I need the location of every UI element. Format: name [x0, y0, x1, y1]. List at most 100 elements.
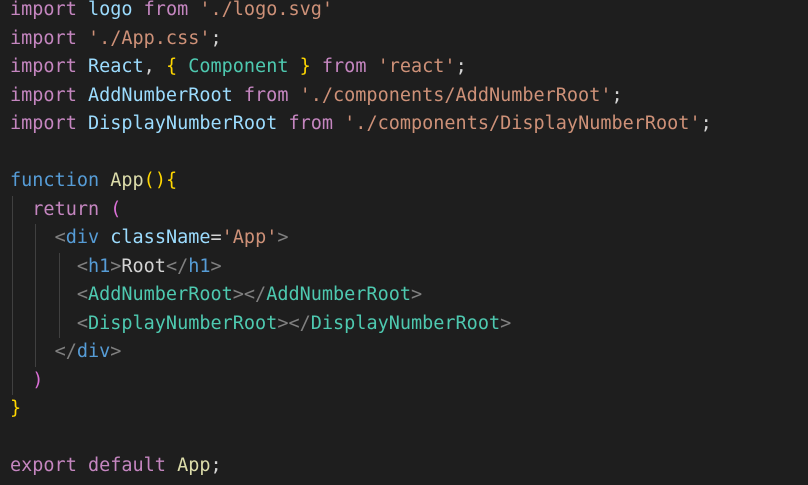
brace: {: [165, 170, 178, 191]
keyword: from: [143, 0, 189, 20]
code-line-2: import './App.css';: [0, 25, 808, 54]
tag-bracket: <: [76, 284, 88, 305]
keyword: import: [10, 84, 77, 106]
code-line-12: <DisplayNumberRoot></DisplayNumberRoot>: [0, 309, 808, 338]
indent-guide: [12, 252, 13, 281]
punctuation: =: [210, 227, 222, 248]
class-name: Component: [188, 56, 289, 77]
tag-bracket: >: [110, 341, 122, 362]
keyword: return: [32, 198, 100, 220]
brace: {: [165, 56, 178, 77]
keyword: import: [10, 0, 77, 20]
string-literal: './App.css': [87, 27, 211, 49]
indent-guide: [59, 281, 60, 310]
keyword: import: [10, 56, 77, 77]
tag-bracket: >: [277, 227, 289, 248]
code-line-3: import React, { Component } from 'react'…: [0, 53, 808, 82]
tag-bracket: >: [410, 284, 423, 305]
tag-bracket: <: [76, 312, 88, 334]
punctuation: ;: [611, 84, 623, 106]
jsx-text: Root: [121, 255, 166, 277]
string-literal: 'react': [377, 56, 456, 77]
brace: }: [299, 56, 311, 77]
code-line-15: }: [0, 395, 808, 424]
component-name: AddNumberRoot: [87, 284, 233, 305]
code-line-8: return (: [0, 195, 808, 224]
indent-guide: [35, 281, 36, 310]
identifier: React: [87, 56, 144, 77]
tag-bracket: >: [232, 284, 244, 305]
code-line-11: <AddNumberRoot></AddNumberRoot>: [0, 281, 808, 310]
code-line-14: ): [0, 366, 808, 395]
tag-bracket: <: [76, 255, 88, 277]
paren: ): [154, 170, 166, 191]
indent-guide: [12, 366, 13, 395]
indent-guide: [12, 281, 13, 310]
indent-guide: [12, 309, 13, 338]
tag-bracket: >: [210, 255, 222, 277]
tag-name: div: [65, 227, 100, 248]
tag-bracket: </: [288, 312, 311, 334]
tag-bracket: </: [165, 255, 189, 277]
tag-bracket: >: [277, 312, 289, 334]
tag-name: div: [76, 341, 111, 362]
string-literal: './logo.svg': [199, 0, 334, 20]
punctuation: ;: [210, 27, 222, 49]
indent-guide: [59, 309, 60, 338]
paren: (: [143, 170, 155, 191]
tag-name: h1: [87, 255, 111, 277]
punctuation: ;: [455, 56, 467, 77]
punctuation: ;: [700, 113, 712, 134]
indent-guide: [35, 338, 36, 367]
tag-bracket: </: [54, 341, 77, 362]
punctuation: ,: [143, 56, 155, 77]
keyword: import: [10, 113, 77, 134]
identifier: App: [177, 455, 211, 476]
indent-guide: [35, 224, 36, 253]
indent-guide: [12, 338, 13, 367]
keyword: from: [288, 113, 334, 134]
code-line-10: <h1>Root</h1>: [0, 252, 808, 281]
paren: (: [110, 198, 122, 220]
code-line-4: import AddNumberRoot from './components/…: [0, 82, 808, 111]
tag-bracket: <: [54, 227, 66, 248]
string-literal: 'App': [221, 227, 278, 248]
component-name: DisplayNumberRoot: [310, 312, 501, 334]
identifier: logo: [87, 0, 133, 20]
tag-bracket: </: [243, 284, 267, 305]
code-editor[interactable]: import logo from './logo.svg' import './…: [0, 0, 808, 481]
tag-bracket: >: [500, 312, 512, 334]
indent-guide: [12, 195, 13, 224]
string-literal: './components/DisplayNumberRoot': [344, 113, 701, 134]
code-line-17: export default App;: [0, 452, 808, 481]
function-name: App: [110, 170, 144, 191]
keyword: from: [243, 84, 289, 106]
code-line-13: </div>: [0, 338, 808, 367]
component-name: AddNumberRoot: [266, 284, 411, 305]
indent-guide: [35, 252, 36, 281]
tag-name: h1: [188, 255, 211, 277]
code-line-1: import logo from './logo.svg': [0, 0, 808, 25]
attribute-name: className: [110, 227, 211, 248]
paren: ): [32, 369, 44, 391]
tag-bracket: >: [110, 255, 122, 277]
keyword: export: [10, 455, 77, 476]
code-line-9: <div className='App'>: [0, 224, 808, 253]
identifier: DisplayNumberRoot: [87, 113, 278, 134]
indent-guide: [35, 309, 36, 338]
keyword: default: [87, 455, 166, 476]
keyword: from: [321, 56, 367, 77]
identifier: AddNumberRoot: [87, 84, 233, 106]
string-literal: './components/AddNumberRoot': [299, 84, 612, 106]
component-name: DisplayNumberRoot: [87, 312, 278, 334]
code-line-5: import DisplayNumberRoot from './compone…: [0, 110, 808, 139]
brace: }: [10, 398, 22, 419]
keyword: import: [10, 27, 77, 49]
indent-guide: [12, 224, 13, 253]
keyword: function: [10, 170, 100, 191]
indent-guide: [59, 252, 60, 281]
code-line-7: function App(){: [0, 167, 808, 196]
punctuation: ;: [210, 455, 222, 476]
